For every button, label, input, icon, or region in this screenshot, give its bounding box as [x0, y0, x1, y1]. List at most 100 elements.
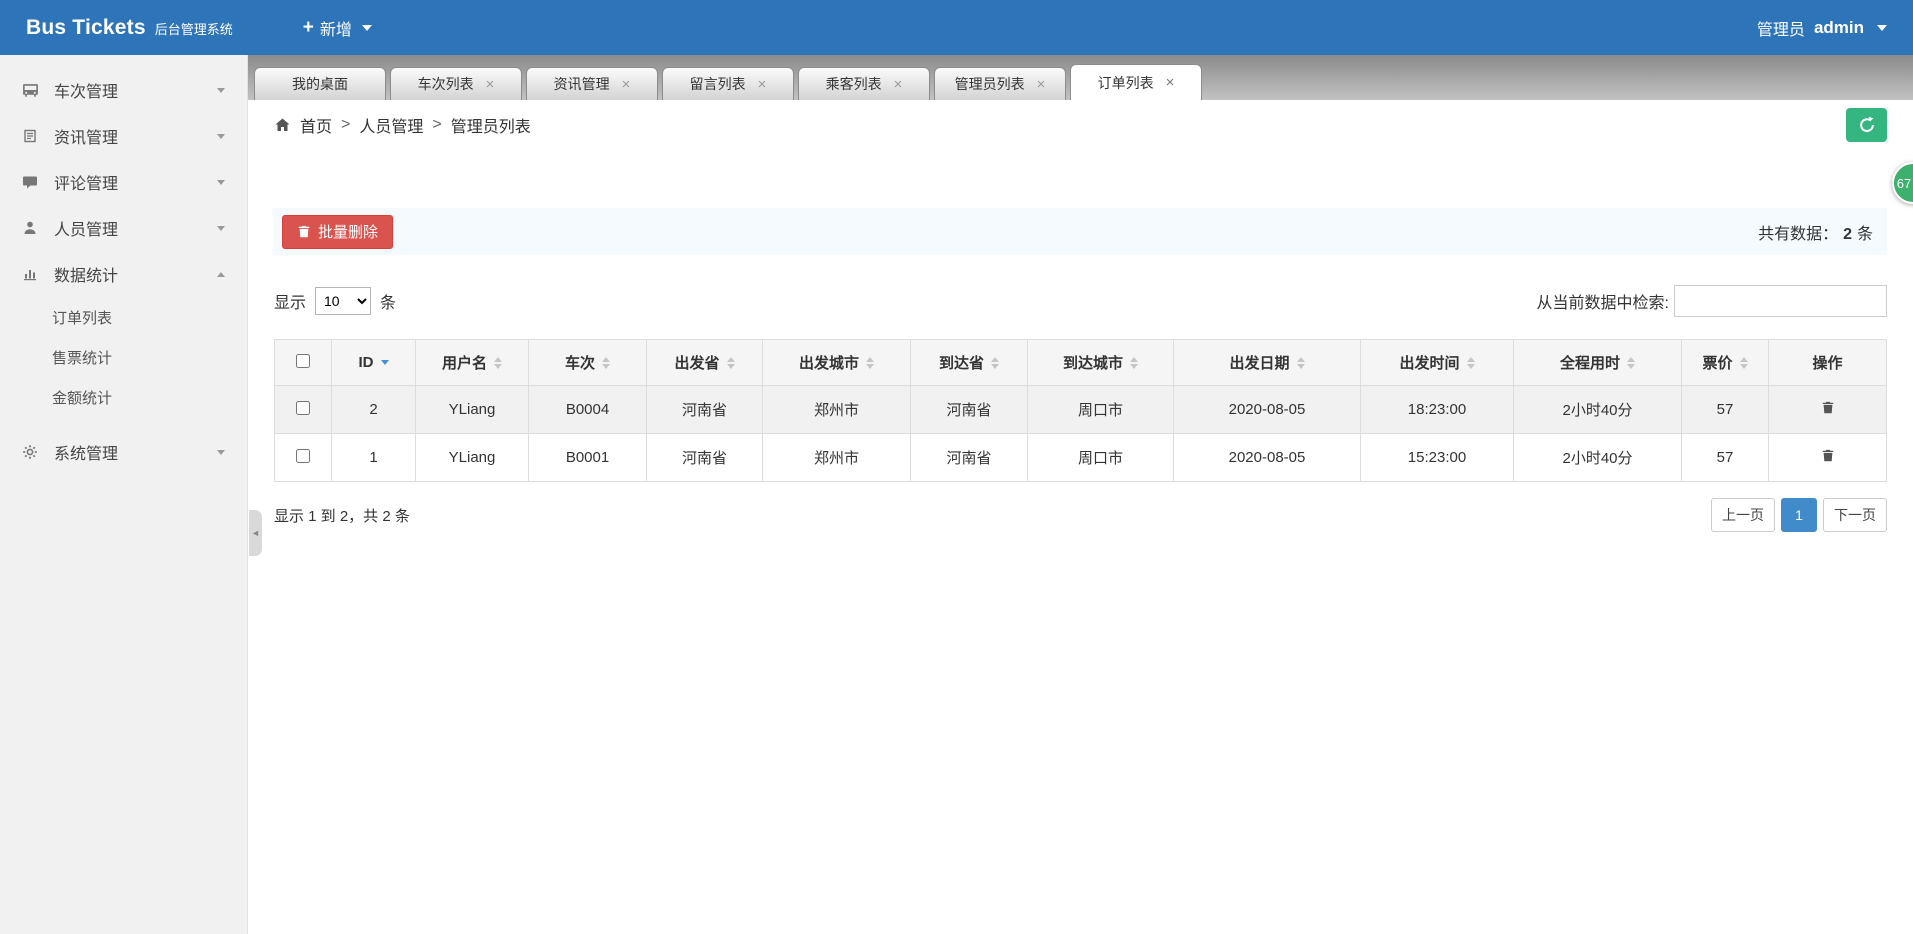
add-menu-button[interactable]: + 新增 [303, 16, 372, 40]
chevron-down-icon [1877, 24, 1887, 31]
sidebar-item-comment-mgmt[interactable]: 评论管理 [0, 159, 247, 205]
tab-order-list[interactable]: 订单列表 × [1070, 64, 1202, 100]
chevron-down-icon [217, 133, 225, 139]
tab-admin-list[interactable]: 管理员列表 × [934, 67, 1066, 100]
breadcrumb-separator: > [432, 116, 442, 133]
tab-label: 管理员列表 [954, 76, 1025, 92]
close-icon[interactable]: × [486, 77, 495, 92]
trash-icon [297, 224, 311, 239]
tab-my-desktop[interactable]: 我的桌面 [254, 67, 386, 100]
header-duration[interactable]: 全程用时 [1513, 339, 1682, 386]
refresh-button[interactable] [1846, 108, 1887, 142]
close-icon[interactable]: × [1166, 75, 1175, 90]
tab-label: 资讯管理 [553, 76, 610, 92]
delete-row-button[interactable] [1821, 448, 1835, 463]
sidebar-subitem-order-list[interactable]: 订单列表 [0, 299, 247, 339]
cell-depart-city: 郑州市 [762, 385, 911, 434]
header-id[interactable]: ID [331, 339, 416, 386]
header-depart-city[interactable]: 出发城市 [762, 339, 911, 386]
close-icon[interactable]: × [758, 77, 767, 92]
user-name: admin [1813, 17, 1864, 37]
cell-actions [1768, 433, 1887, 482]
sidebar-item-label: 车次管理 [54, 84, 119, 101]
topbar: Bus Tickets 后台管理系统 + 新增 管理员 admin [0, 0, 1913, 55]
main-area: 我的桌面 车次列表 × 资讯管理 × 留言列表 × 乘客列表 × 管理员列表 × [248, 55, 1913, 934]
breadcrumb-home[interactable]: 首页 [300, 113, 332, 137]
tab-message-list[interactable]: 留言列表 × [662, 67, 794, 100]
sort-icon[interactable] [602, 356, 610, 369]
cell-duration: 2小时40分 [1513, 433, 1682, 482]
header-label: 出发时间 [1399, 355, 1460, 372]
cell-price: 57 [1681, 385, 1769, 434]
sidebar-item-news-mgmt[interactable]: 资讯管理 [0, 113, 247, 159]
cell-depart-date: 2020-08-05 [1173, 385, 1361, 434]
close-icon[interactable]: × [622, 77, 631, 92]
sort-icon[interactable] [1627, 356, 1635, 369]
sort-icon[interactable] [1466, 356, 1475, 369]
header-depart-date[interactable]: 出发日期 [1173, 339, 1361, 386]
close-icon[interactable]: × [894, 77, 903, 92]
header-train-number[interactable]: 车次 [528, 339, 647, 386]
trash-icon [1821, 448, 1835, 463]
sort-icon[interactable] [726, 356, 735, 369]
sidebar-item-system-mgmt[interactable]: 系统管理 [0, 429, 247, 475]
tab-label: 车次列表 [417, 76, 474, 92]
header-depart-province[interactable]: 出发省 [646, 339, 763, 386]
search-input[interactable] [1674, 285, 1887, 317]
sort-icon[interactable] [494, 356, 502, 369]
header-arrive-province[interactable]: 到达省 [910, 339, 1028, 386]
sidebar-item-train-mgmt[interactable]: 车次管理 [0, 67, 247, 113]
tab-label: 订单列表 [1097, 74, 1154, 91]
brand-title: Bus Tickets [26, 15, 146, 39]
breadcrumb-personnel-mgmt[interactable]: 人员管理 [359, 113, 423, 137]
comment-icon [22, 174, 44, 190]
next-page-button[interactable]: 下一页 [1823, 498, 1887, 532]
cell-username: YLiang [415, 433, 529, 482]
header-label: 出发日期 [1229, 355, 1290, 372]
total-prefix: 共有数据： [1758, 225, 1839, 243]
sort-desc-icon[interactable] [380, 360, 389, 365]
home-icon [274, 117, 291, 133]
chevron-down-icon [217, 87, 225, 93]
batch-delete-button[interactable]: 批量删除 [282, 214, 394, 249]
prev-page-button[interactable]: 上一页 [1711, 498, 1775, 532]
header-label: ID [358, 354, 374, 371]
sidebar-collapse-handle[interactable]: ◄ [249, 510, 262, 556]
cell-actions [1768, 385, 1887, 434]
sidebar-subitem-amount-stats[interactable]: 金额统计 [0, 379, 247, 419]
page-1-button[interactable]: 1 [1781, 498, 1817, 532]
header-label: 到达城市 [1062, 355, 1123, 372]
tab-label: 留言列表 [689, 76, 746, 92]
sidebar-item-stats-mgmt[interactable]: 数据统计 [0, 251, 247, 297]
tab-train-list[interactable]: 车次列表 × [390, 67, 522, 100]
cell-depart-province: 河南省 [646, 433, 763, 482]
sidebar-subitem-ticket-sales-stats[interactable]: 售票统计 [0, 339, 247, 379]
row-checkbox[interactable] [296, 448, 310, 463]
tab-passenger-list[interactable]: 乘客列表 × [798, 67, 930, 100]
sort-icon[interactable] [1296, 356, 1305, 369]
header-arrive-city[interactable]: 到达城市 [1027, 339, 1174, 386]
sort-icon[interactable] [991, 356, 999, 369]
header-username[interactable]: 用户名 [415, 339, 529, 386]
search-label: 从当前数据中检索: [1536, 295, 1669, 312]
header-depart-time[interactable]: 出发时间 [1360, 339, 1514, 386]
sort-icon[interactable] [1739, 356, 1748, 369]
close-icon[interactable]: × [1037, 77, 1046, 92]
sidebar-item-user-mgmt[interactable]: 人员管理 [0, 205, 247, 251]
delete-row-button[interactable] [1821, 400, 1835, 415]
tab-news-mgmt[interactable]: 资讯管理 × [526, 67, 658, 100]
sort-icon[interactable] [1130, 356, 1138, 369]
gear-icon [22, 444, 44, 460]
news-icon [22, 128, 44, 144]
cell-price: 57 [1681, 433, 1769, 482]
page-size-select[interactable]: 10 [315, 287, 372, 315]
row-checkbox[interactable] [296, 400, 310, 415]
user-menu[interactable]: 管理员 admin [1757, 16, 1887, 40]
page-layout: 车次管理 资讯管理 评论管理 人员管理 数据统计 订单列表 售票统计 金额统计 … [0, 55, 1913, 934]
sort-icon[interactable] [866, 356, 874, 369]
header-price[interactable]: 票价 [1681, 339, 1769, 386]
select-all-checkbox[interactable] [296, 353, 310, 368]
stats-icon [22, 266, 44, 282]
show-label: 显示 [274, 295, 307, 312]
breadcrumb-separator: > [341, 116, 351, 133]
